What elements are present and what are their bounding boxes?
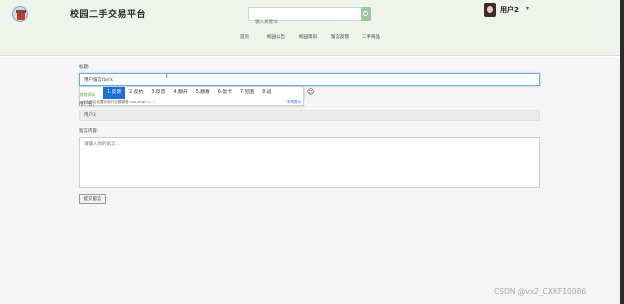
- submit-button[interactable]: 提交留言: [79, 194, 106, 204]
- title-label: 标题:: [79, 65, 90, 70]
- watermark: CSDN @vx2_CXKF10086: [494, 287, 587, 296]
- ime-candidate[interactable]: 2.反抗: [125, 87, 147, 99]
- user-name[interactable]: 用户2: [500, 5, 519, 15]
- search-input[interactable]: [249, 16, 361, 29]
- ime-candidate[interactable]: 6.饭卡: [214, 87, 236, 99]
- ime-divider: [304, 87, 305, 99]
- content-textarea[interactable]: [79, 137, 540, 188]
- nav-feedback[interactable]: 留言反馈: [331, 34, 349, 40]
- search-button[interactable]: [361, 7, 371, 21]
- ime-candidate-popup: 校验测试 1.反馈 2.反抗 3.反恐 4.翻开 5.翻看 6.饭卡 7.犯困 …: [79, 86, 314, 106]
- chevron-down-icon[interactable]: ▾: [526, 5, 529, 12]
- nav-announcements[interactable]: 校园公告: [267, 34, 285, 40]
- ime-hint: 校验测试: [80, 92, 96, 97]
- ime-candidate[interactable]: 4.翻开: [170, 87, 192, 99]
- username-label: 用户名:: [79, 102, 95, 107]
- avatar[interactable]: [484, 3, 496, 17]
- search-box: [248, 7, 362, 29]
- ime-candidate[interactable]: 7.犯困: [236, 87, 258, 99]
- ime-candidate-row: 1.反馈 2.反抗 3.反恐 4.翻开 5.翻看 6.饭卡 7.犯困 8.返: [103, 87, 276, 99]
- school-logo-icon: [12, 6, 28, 22]
- ime-candidate[interactable]: 5.翻看: [192, 87, 214, 99]
- nav-home[interactable]: 首页: [240, 34, 249, 40]
- title-input[interactable]: [79, 73, 540, 86]
- username-field: 用户2: [79, 110, 540, 121]
- ime-candidate[interactable]: 1.反馈: [103, 87, 126, 99]
- content-label: 留言内容:: [79, 129, 99, 134]
- search-icon: [363, 11, 368, 16]
- nav-goods[interactable]: 二手商品: [362, 34, 380, 40]
- site-title: 校园二手交易平台: [70, 10, 147, 20]
- window-edge: [620, 0, 624, 304]
- nav-news[interactable]: 校园资讯: [299, 34, 317, 40]
- header-bar: 校园二手交易平台 用户2 ▾ 首页 校园公告 校园资讯 留言反馈 二手商品: [0, 0, 620, 56]
- ime-candidate[interactable]: 3.反恐: [147, 87, 169, 99]
- emoji-icon[interactable]: ☺: [307, 88, 314, 96]
- ime-tip: 点击前往设置页面开启模糊音<an,ang>-(...): [82, 100, 155, 104]
- text-cursor-icon: I: [166, 73, 168, 80]
- ime-candidate[interactable]: 8.返: [258, 87, 275, 99]
- ime-dismiss-link[interactable]: 不再提示: [286, 100, 301, 105]
